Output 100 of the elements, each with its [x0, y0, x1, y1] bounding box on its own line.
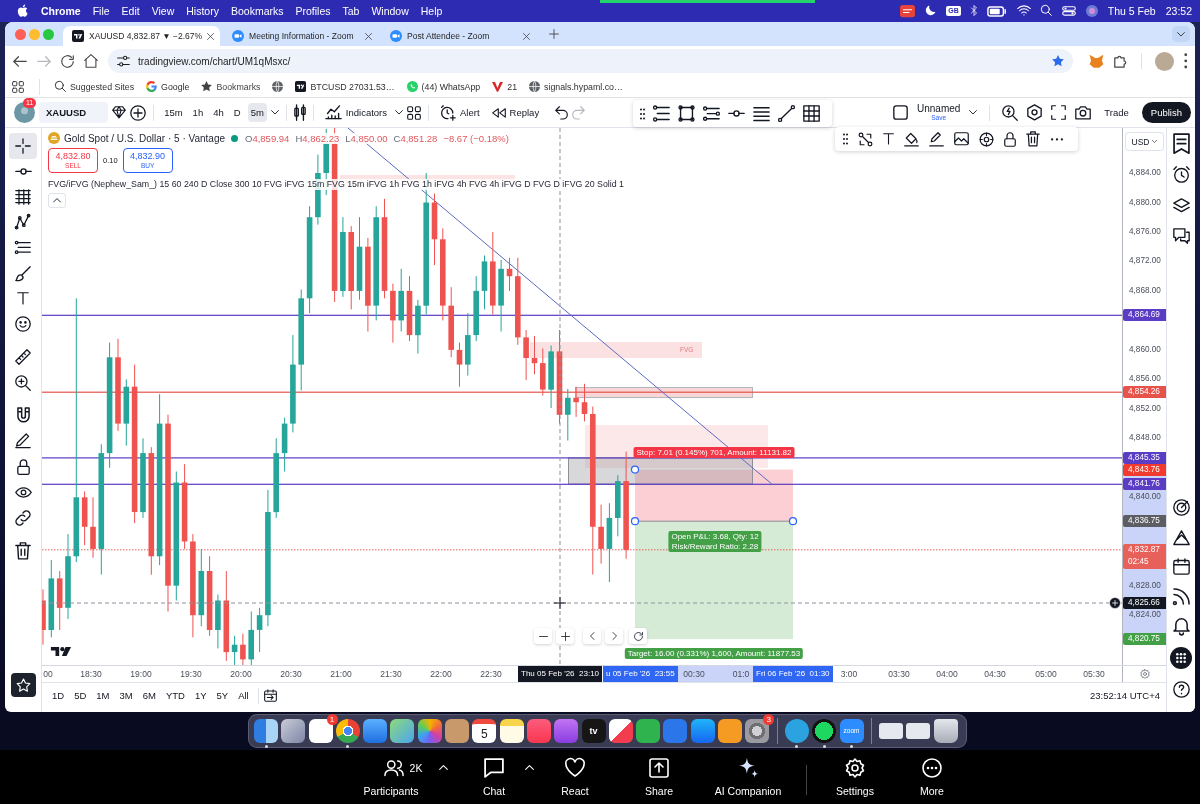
range-button[interactable]: 1Y [190, 687, 211, 704]
fullscreen-icon[interactable] [1051, 105, 1067, 120]
puzzle-icon[interactable] [1113, 54, 1128, 68]
collapse-button[interactable] [48, 193, 66, 208]
range-button[interactable]: YTD [161, 687, 189, 704]
symbol-search-button[interactable]: XAUUSD [39, 102, 109, 123]
apps-icon[interactable] [1170, 646, 1192, 669]
menu-item[interactable]: Profiles [289, 5, 337, 17]
crosshair-circle-icon[interactable] [979, 131, 994, 147]
zoom-in-button[interactable] [556, 628, 574, 644]
app-icon[interactable] [254, 719, 278, 743]
gem-icon[interactable] [112, 106, 127, 119]
bookmark-star-icon[interactable] [1051, 55, 1064, 67]
app-icon[interactable] [281, 719, 306, 743]
range-button[interactable]: 6M [138, 687, 160, 704]
app-icon[interactable] [308, 719, 333, 743]
table-icon[interactable] [803, 105, 820, 122]
new-tab-icon[interactable] [549, 29, 560, 39]
settings-button[interactable]: Settings [825, 757, 885, 797]
wifi-icon[interactable] [1016, 6, 1031, 16]
app-icon[interactable] [933, 719, 958, 743]
interval-button[interactable]: 1h [189, 103, 207, 122]
search-icon[interactable] [1040, 5, 1052, 17]
more-button[interactable]: More [902, 757, 962, 797]
range-button[interactable]: All [234, 687, 253, 704]
paint-bucket-icon[interactable] [904, 131, 919, 147]
horizontal-line-icon[interactable] [728, 110, 745, 117]
publish-button[interactable]: Publish [1141, 102, 1191, 123]
bookmark-link[interactable]: (44) WhatsApp [406, 81, 481, 92]
assistant-button[interactable]: AI Companion [708, 757, 788, 797]
battery-icon[interactable] [986, 5, 1007, 17]
handle-icon[interactable] [630, 517, 640, 526]
watchlist-icon[interactable] [1172, 132, 1190, 155]
alarm-clock-icon[interactable] [1172, 166, 1190, 183]
drag-handle-icon[interactable] [640, 107, 645, 120]
bookmark-link[interactable]: signals.hypaml.co… [529, 81, 623, 92]
range-button[interactable]: 1M [92, 687, 114, 704]
moon-icon[interactable] [925, 5, 937, 17]
home-icon[interactable] [84, 54, 98, 68]
replay-button[interactable]: Replay [487, 104, 544, 121]
mountain-icon[interactable] [1172, 529, 1190, 545]
menu-item[interactable]: Edit [115, 5, 146, 17]
add-symbol-icon[interactable] [130, 104, 147, 121]
interval-button[interactable]: 5m [247, 103, 267, 122]
close-icon[interactable] [207, 32, 215, 40]
horizontal-line[interactable] [42, 483, 1122, 485]
menu-date[interactable]: Thu 5 Feb [1107, 5, 1156, 17]
symbol-title[interactable]: Gold Spot / U.S. Dollar · 5 · Vantage [64, 132, 225, 144]
menu-item[interactable]: Help [414, 5, 449, 17]
image-icon[interactable] [954, 132, 969, 146]
menu-icon[interactable] [1183, 53, 1187, 69]
app-icon[interactable] [390, 719, 415, 743]
menu-item[interactable]: View [145, 5, 181, 17]
app-icon[interactable] [812, 719, 837, 743]
rectangle-icon[interactable] [678, 105, 695, 122]
menu-item[interactable]: Bookmarks [224, 5, 290, 17]
app-icon[interactable] [879, 723, 904, 739]
date-range-icon[interactable] [263, 689, 277, 702]
interval-button[interactable]: 4h [210, 103, 227, 122]
menu-item[interactable]: File [86, 5, 116, 17]
pen-icon[interactable] [929, 131, 944, 147]
app-icon[interactable] [608, 719, 633, 743]
horizontal-line[interactable] [42, 314, 1122, 316]
magnifier-icon[interactable] [1002, 104, 1019, 121]
back-arrow-icon[interactable] [13, 55, 27, 67]
layers-icon[interactable] [1172, 198, 1190, 213]
menu-time[interactable]: 23:52 [1165, 5, 1192, 17]
app-status-icon[interactable] [900, 4, 916, 18]
bookmark-link[interactable]: Suggested Sites [55, 81, 135, 92]
favorites-button[interactable] [10, 673, 36, 697]
share-button[interactable]: Share [629, 757, 689, 797]
participants-button[interactable]: 2K Participants [346, 757, 436, 797]
orb-icon[interactable] [1085, 5, 1098, 17]
handle-icon[interactable] [788, 517, 798, 526]
zoom-out-button[interactable] [534, 628, 552, 644]
site-settings-icon[interactable] [117, 55, 130, 67]
chevron-down-icon[interactable] [969, 110, 978, 115]
handle-icon[interactable] [630, 465, 640, 474]
app-icon[interactable]: tv [581, 719, 606, 743]
close-icon[interactable] [365, 32, 373, 40]
fox-icon[interactable] [1088, 53, 1104, 69]
trade-button[interactable]: Trade [1100, 107, 1133, 118]
range-button[interactable]: 5D [70, 687, 91, 704]
connector-icon[interactable] [858, 131, 873, 147]
tab-search-button[interactable] [1172, 26, 1190, 42]
bookmark-link[interactable]: 21 [492, 81, 518, 92]
menu-item[interactable]: Window [365, 5, 415, 17]
apps-grid-icon[interactable] [12, 80, 24, 93]
text-icon[interactable] [883, 133, 894, 145]
interval-button[interactable]: D [230, 103, 244, 122]
address-bar[interactable]: tradingview.com/chart/UM1qMsxc/ [108, 49, 1073, 73]
range-button[interactable]: 5Y [212, 687, 233, 704]
app-icon[interactable] [363, 719, 388, 743]
app-icon[interactable] [690, 719, 715, 743]
logo-icon[interactable] [50, 646, 72, 657]
app-icon[interactable] [499, 719, 524, 743]
browser-tab[interactable]: Post Attendee - Zoom [381, 26, 537, 46]
stop-loss-zone[interactable] [635, 469, 793, 522]
more-icon[interactable] [1050, 137, 1064, 141]
browser-tab[interactable]: XAUUSD 4,832.87 ▼ −2.67% [63, 26, 221, 46]
